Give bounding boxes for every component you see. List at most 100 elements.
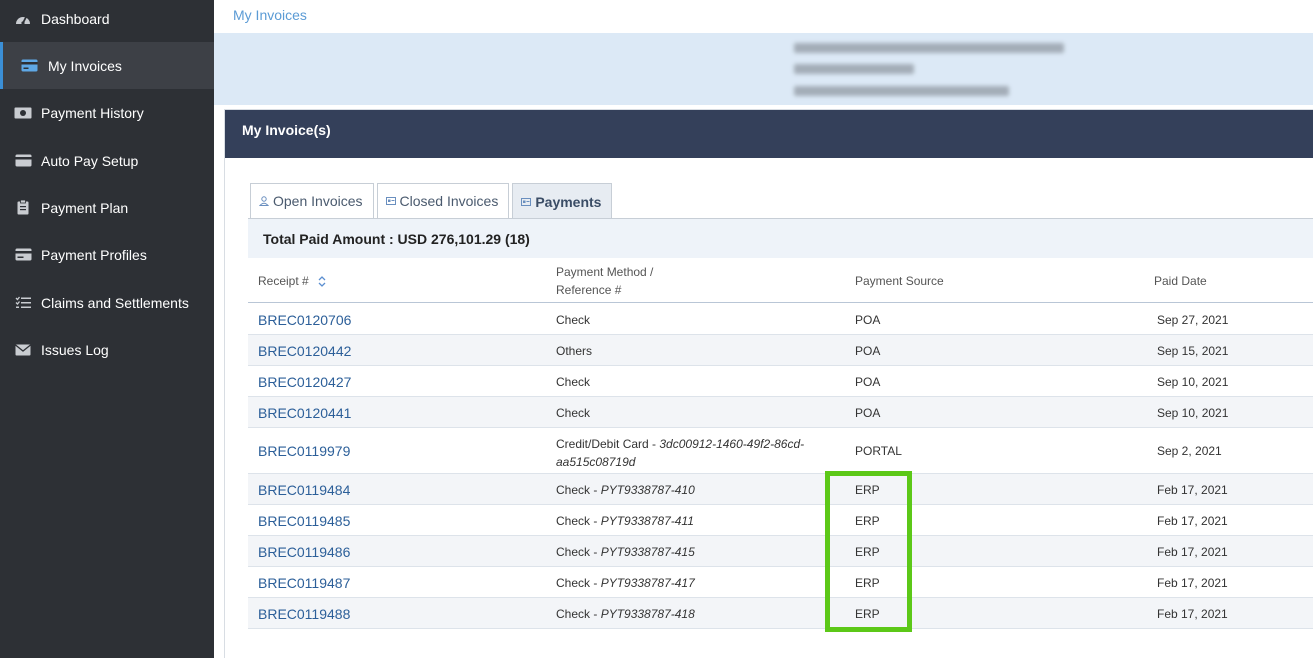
card-header: My Invoice(s) bbox=[225, 110, 1313, 158]
payment-method: Credit/Debit Card - 3dc00912-1460-49f2-8… bbox=[556, 435, 816, 471]
table-row: BREC0119487 Check - PYT9338787-417 ERP F… bbox=[248, 567, 1313, 598]
paid-date: Sep 10, 2021 bbox=[1157, 406, 1229, 420]
payment-method: Check bbox=[556, 375, 591, 389]
envelope-icon bbox=[14, 343, 32, 357]
sidebar-item-label: Payment History bbox=[41, 104, 144, 121]
payment-method: Check bbox=[556, 406, 591, 420]
paid-date: Feb 17, 2021 bbox=[1157, 483, 1228, 497]
payment-reference: PYT9338787-417 bbox=[600, 576, 695, 590]
payment-method-label: Check - bbox=[556, 576, 601, 590]
sidebar-item-label: Claims and Settlements bbox=[41, 294, 189, 311]
sidebar-item-my-invoices[interactable]: My Invoices bbox=[0, 42, 214, 89]
profile-card-icon bbox=[14, 248, 32, 262]
card-title: My Invoice(s) bbox=[242, 122, 331, 138]
breadcrumb: My Invoices bbox=[214, 0, 1313, 33]
invoice-tabs: Open Invoices Closed Invoices Payments bbox=[250, 183, 615, 219]
payment-method: Check - PYT9338787-418 bbox=[556, 607, 695, 621]
payments-icon bbox=[521, 197, 532, 206]
sidebar-item-label: Payment Profiles bbox=[41, 246, 147, 263]
tab-label: Payments bbox=[535, 193, 602, 210]
payment-reference: PYT9338787-411 bbox=[600, 514, 694, 528]
receipt-link[interactable]: BREC0119486 bbox=[258, 544, 350, 560]
table-row: BREC0119484 Check - PYT9338787-410 ERP F… bbox=[248, 474, 1313, 505]
dashboard-icon bbox=[14, 12, 32, 26]
table-row: BREC0119979 Credit/Debit Card - 3dc00912… bbox=[248, 428, 1313, 474]
table-row: BREC0120706 Check POA Sep 27, 2021 bbox=[248, 304, 1313, 335]
money-icon bbox=[14, 106, 32, 120]
sidebar-item-claims-and-settlements[interactable]: Claims and Settlements bbox=[0, 279, 214, 326]
card-icon bbox=[14, 154, 32, 168]
redacted-address-line bbox=[794, 64, 914, 74]
payment-method: Check - PYT9338787-417 bbox=[556, 576, 695, 590]
payment-method: Check bbox=[556, 313, 591, 327]
tab-payments[interactable]: Payments bbox=[512, 183, 613, 219]
payment-source: PORTAL bbox=[855, 444, 902, 458]
sidebar-item-payment-profiles[interactable]: Payment Profiles bbox=[0, 231, 214, 278]
payment-method-label: Credit/Debit Card - bbox=[556, 437, 660, 451]
sidebar-item-label: My Invoices bbox=[48, 57, 122, 74]
payment-source: POA bbox=[855, 406, 881, 420]
table-row: BREC0120427 Check POA Sep 10, 2021 bbox=[248, 366, 1313, 397]
total-paid-summary: Total Paid Amount : USD 276,101.29 (18) bbox=[248, 219, 1313, 258]
sidebar: Dashboard My Invoices Payment History Au… bbox=[0, 0, 214, 658]
receipt-link[interactable]: BREC0120427 bbox=[258, 374, 351, 390]
sidebar-item-label: Payment Plan bbox=[41, 199, 129, 216]
sidebar-item-label: Issues Log bbox=[41, 341, 109, 358]
payment-method-label: Check - bbox=[556, 514, 601, 528]
paid-date: Sep 15, 2021 bbox=[1157, 344, 1229, 358]
receipt-link[interactable]: BREC0120706 bbox=[258, 312, 351, 328]
total-paid-amount: Total Paid Amount : USD 276,101.29 (18) bbox=[263, 231, 530, 247]
breadcrumb-my-invoices[interactable]: My Invoices bbox=[233, 7, 307, 23]
payment-reference: aa515c08719d bbox=[556, 455, 636, 469]
table-row: BREC0119485 Check - PYT9338787-411 ERP F… bbox=[248, 505, 1313, 536]
payment-method: Check - PYT9338787-410 bbox=[556, 483, 695, 497]
sidebar-item-payment-plan[interactable]: Payment Plan bbox=[0, 184, 214, 231]
redacted-customer-name bbox=[794, 43, 1064, 53]
sort-icon[interactable] bbox=[318, 276, 326, 288]
receipt-link[interactable]: BREC0119488 bbox=[258, 606, 350, 622]
payment-method: Check - PYT9338787-415 bbox=[556, 545, 695, 559]
checklist-icon bbox=[14, 296, 32, 310]
table-row: BREC0120441 Check POA Sep 10, 2021 bbox=[248, 397, 1313, 428]
paid-date: Feb 17, 2021 bbox=[1157, 514, 1228, 528]
payment-reference: PYT9338787-418 bbox=[600, 607, 695, 621]
column-header-label: Paid Date bbox=[1154, 274, 1207, 288]
paid-date: Feb 17, 2021 bbox=[1157, 607, 1228, 621]
payment-reference: PYT9338787-415 bbox=[600, 545, 695, 559]
column-header-label: Receipt # bbox=[258, 274, 309, 288]
tab-closed-invoices[interactable]: Closed Invoices bbox=[376, 183, 510, 218]
user-icon bbox=[259, 196, 269, 206]
sidebar-item-label: Auto Pay Setup bbox=[41, 152, 139, 169]
payment-method: Check - PYT9338787-411 bbox=[556, 514, 694, 528]
column-header-payment-source: Payment Source bbox=[855, 272, 944, 290]
tab-label: Open Invoices bbox=[273, 193, 363, 209]
payment-reference: PYT9338787-410 bbox=[600, 483, 695, 497]
payment-reference: 3dc00912-1460-49f2-86cd- bbox=[659, 437, 805, 451]
sidebar-item-payment-history[interactable]: Payment History bbox=[0, 89, 214, 136]
column-header-payment-method: Payment Method / Reference # bbox=[556, 263, 653, 299]
sidebar-item-dashboard[interactable]: Dashboard bbox=[0, 0, 214, 42]
paid-date: Sep 27, 2021 bbox=[1157, 313, 1229, 327]
table-row: BREC0119486 Check - PYT9338787-415 ERP F… bbox=[248, 536, 1313, 567]
column-header-receipt[interactable]: Receipt # bbox=[258, 272, 326, 290]
receipt-link[interactable]: BREC0120442 bbox=[258, 343, 351, 359]
tab-open-invoices[interactable]: Open Invoices bbox=[250, 183, 374, 218]
receipt-link[interactable]: BREC0120441 bbox=[258, 405, 351, 421]
sidebar-item-auto-pay-setup[interactable]: Auto Pay Setup bbox=[0, 137, 214, 184]
erp-highlight-box bbox=[825, 471, 912, 632]
receipt-link[interactable]: BREC0119485 bbox=[258, 513, 350, 529]
column-header-label: Reference # bbox=[556, 283, 622, 297]
sidebar-item-issues-log[interactable]: Issues Log bbox=[0, 326, 214, 373]
receipt-link[interactable]: BREC0119487 bbox=[258, 575, 350, 591]
receipt-link[interactable]: BREC0119484 bbox=[258, 482, 350, 498]
credit-card-icon bbox=[20, 59, 38, 73]
payment-source: POA bbox=[855, 375, 881, 389]
payment-method-label: Check - bbox=[556, 607, 601, 621]
receipt-link[interactable]: BREC0119979 bbox=[258, 443, 350, 459]
paid-date: Feb 17, 2021 bbox=[1157, 576, 1228, 590]
table-row: BREC0120442 Others POA Sep 15, 2021 bbox=[248, 335, 1313, 366]
paid-date: Sep 10, 2021 bbox=[1157, 375, 1229, 389]
invoices-card: My Invoice(s) Open Invoices Closed Invoi… bbox=[224, 109, 1313, 658]
column-header-label: Payment Method / bbox=[556, 265, 654, 279]
table-header: Receipt # Payment Method / Reference # P… bbox=[248, 258, 1313, 303]
